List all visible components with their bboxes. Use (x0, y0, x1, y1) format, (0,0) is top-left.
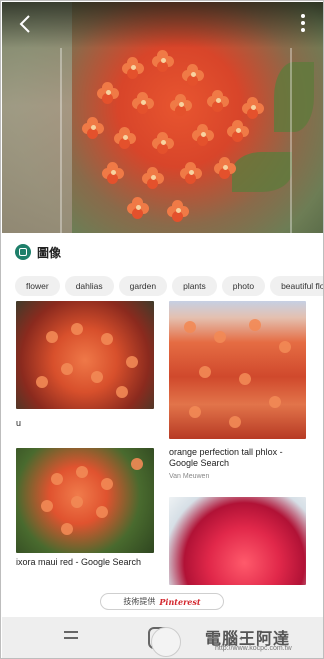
result-caption-2[interactable]: orange perfection tall phlox - Google Se… (169, 447, 306, 469)
attribution-badge[interactable]: 技術提供 Pinterest (100, 593, 224, 610)
more-vert-icon-dot (301, 21, 305, 25)
arrow-left-icon (19, 15, 30, 33)
result-image-1[interactable] (16, 301, 154, 409)
result-caption-1[interactable]: u (16, 418, 154, 429)
crop-selection-box[interactable] (60, 48, 292, 233)
screen: 圖像 flower dahlias garden plants photo beautif… (0, 0, 324, 659)
watermark-logo (151, 627, 181, 657)
top-gradient (2, 2, 323, 48)
watermark-url: http://www.kocpc.com.tw (215, 645, 292, 652)
recent-apps-icon (64, 631, 78, 633)
chip-beautiful-flow[interactable]: beautiful flow (270, 276, 323, 296)
chip-photo[interactable]: photo (221, 276, 266, 296)
chip-flower[interactable]: flower (15, 276, 60, 296)
keyword-chips: flower dahlias garden plants photo beautiful … (15, 276, 323, 296)
chip-dahlias[interactable]: dahlias (64, 276, 114, 296)
watermark: 電腦王阿達 http://www.kocpc.com.tw (151, 625, 323, 657)
result-caption-3[interactable]: ixora maui red - Google Search (16, 557, 161, 568)
hero-image[interactable] (2, 2, 323, 233)
result-image-4[interactable] (169, 497, 306, 585)
back-button[interactable] (14, 12, 38, 36)
more-options-button[interactable] (298, 14, 308, 36)
attribution-prefix: 技術提供 (123, 597, 156, 606)
recent-apps-button[interactable] (64, 631, 78, 643)
section-title: 圖像 (37, 245, 62, 260)
chip-plants[interactable]: plants (172, 276, 217, 296)
recent-apps-icon-line (64, 637, 78, 639)
result-image-2[interactable] (169, 301, 306, 439)
more-vert-icon (301, 14, 305, 18)
chip-garden[interactable]: garden (118, 276, 168, 296)
pinterest-logo: Pinterest (159, 596, 201, 607)
lens-icon (15, 244, 31, 260)
result-image-3[interactable] (16, 448, 154, 553)
section-header: 圖像 (15, 243, 61, 261)
result-source-2: Van Meuwen (169, 473, 210, 480)
more-vert-icon-dot (301, 28, 305, 32)
